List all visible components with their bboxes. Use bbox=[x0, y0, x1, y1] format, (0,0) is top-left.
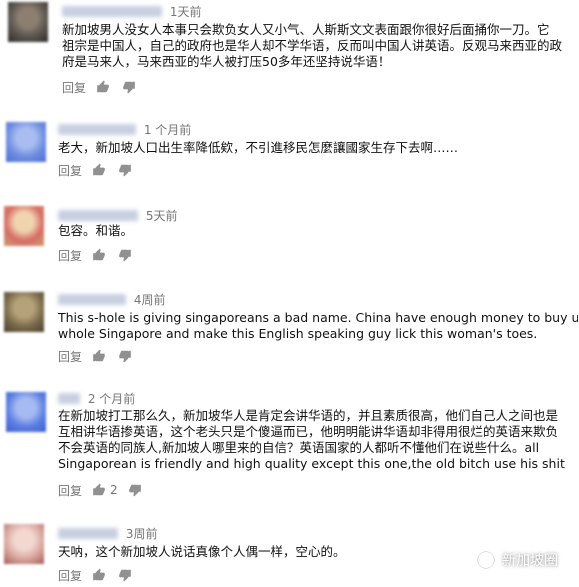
thumbs-up-icon[interactable] bbox=[92, 248, 106, 262]
avatar[interactable] bbox=[4, 524, 44, 564]
author-name[interactable] bbox=[58, 210, 138, 221]
avatar[interactable] bbox=[4, 292, 44, 332]
avatar[interactable] bbox=[4, 206, 44, 246]
watermark: 新加坡圈 bbox=[476, 548, 558, 572]
thumbs-down-icon[interactable] bbox=[118, 349, 132, 363]
comment-meta: 5天前 bbox=[58, 207, 177, 223]
comment-actions: 回复 bbox=[58, 347, 144, 365]
comment-actions: 回复 2 bbox=[58, 481, 154, 499]
comment-time[interactable]: 5天前 bbox=[146, 209, 178, 223]
comment-actions: 回复 bbox=[58, 161, 144, 179]
comment-line: 不会英语的同族人,新加坡人哪里来的自信？英语国家的人都听不懂他们在说些什么。al… bbox=[58, 440, 540, 455]
comment-meta: 1天前 bbox=[62, 3, 201, 19]
comment-text: 老大，新加坡人口出生率降低欸，不引進移民怎麼讓國家生存下去啊…… bbox=[58, 140, 578, 156]
author-name[interactable] bbox=[58, 528, 118, 539]
thumbs-up-icon[interactable] bbox=[92, 568, 106, 582]
comment-time[interactable]: 1天前 bbox=[170, 5, 202, 19]
comment-text: This s-hole is giving singaporeans a bad… bbox=[58, 310, 578, 342]
comment-time[interactable]: 4周前 bbox=[134, 293, 166, 307]
reply-button[interactable]: 回复 bbox=[62, 79, 86, 96]
author-name[interactable] bbox=[58, 393, 80, 404]
thumbs-up-icon[interactable] bbox=[92, 483, 106, 497]
comment-actions: 回复 bbox=[58, 566, 144, 584]
comment-line: 新加坡男人没女人本事只会欺负女人又小气、人斯斯文文表面跟你很好后面捅你一刀。它 bbox=[62, 22, 550, 37]
reply-button[interactable]: 回复 bbox=[58, 567, 82, 584]
comment-text: 新加坡男人没女人本事只会欺负女人又小气、人斯斯文文表面跟你很好后面捅你一刀。它 … bbox=[62, 22, 579, 70]
reply-button[interactable]: 回复 bbox=[58, 247, 82, 264]
comment-line: 府是马来人，马来西亚的华人被打压50多年还坚持说华语！ bbox=[62, 54, 391, 69]
comment-line: Singaporean is friendly and high quality… bbox=[58, 456, 565, 471]
comment-line: whole Singapore and make this English sp… bbox=[58, 326, 538, 341]
thumbs-up-icon[interactable] bbox=[96, 80, 110, 94]
author-name[interactable] bbox=[58, 294, 126, 305]
comment-time[interactable]: 2 个月前 bbox=[88, 392, 135, 406]
comment-line: 包容。和谐。 bbox=[58, 223, 134, 238]
author-name[interactable] bbox=[62, 6, 162, 17]
reply-button[interactable]: 回复 bbox=[58, 348, 82, 365]
thumbs-up-icon[interactable] bbox=[92, 349, 106, 363]
reply-button[interactable]: 回复 bbox=[58, 482, 82, 499]
comment-line: 在新加坡打工那么久，新加坡华人是肯定会讲华语的，并且素质很高，他们自己人之间也是 bbox=[58, 408, 559, 423]
comment-actions: 回复 bbox=[62, 78, 148, 96]
thumbs-down-icon[interactable] bbox=[118, 568, 132, 582]
comment-meta: 1 个月前 bbox=[58, 121, 191, 137]
comment-text: 在新加坡打工那么久，新加坡华人是肯定会讲华语的，并且素质很高，他们自己人之间也是… bbox=[58, 408, 578, 472]
comment-actions: 回复 bbox=[58, 246, 144, 264]
comment-line: This s-hole is giving singaporeans a bad… bbox=[58, 310, 578, 325]
comment-meta: 3周前 bbox=[58, 525, 157, 541]
comment-time[interactable]: 3周前 bbox=[126, 527, 158, 541]
avatar[interactable] bbox=[8, 2, 48, 42]
comment-line: 互相讲华语掺英语，这个老头只是个傻逼而已，他明明能讲华语却非得用很烂的英语来欺负 bbox=[58, 424, 559, 439]
author-name[interactable] bbox=[58, 124, 136, 135]
reply-button[interactable]: 回复 bbox=[58, 162, 82, 179]
thumbs-down-icon[interactable] bbox=[128, 483, 142, 497]
wechat-channel-icon bbox=[476, 550, 496, 570]
comment-time[interactable]: 1 个月前 bbox=[144, 123, 191, 137]
comment-line: 祖宗是中国人，自己的政府也是华人却不学华语，反而叫中国人讲英语。反观马来西亚的政 bbox=[62, 38, 563, 53]
thumbs-down-icon[interactable] bbox=[118, 163, 132, 177]
thumbs-down-icon[interactable] bbox=[118, 248, 132, 262]
like-count: 2 bbox=[110, 483, 118, 497]
thumbs-down-icon[interactable] bbox=[122, 80, 136, 94]
comment-line: 老大，新加坡人口出生率降低欸，不引進移民怎麼讓國家生存下去啊…… bbox=[58, 140, 459, 155]
watermark-text: 新加坡圈 bbox=[502, 553, 558, 569]
comment-meta: 4周前 bbox=[58, 291, 165, 307]
avatar[interactable] bbox=[6, 122, 46, 162]
avatar[interactable] bbox=[6, 392, 46, 432]
comment-text: 包容。和谐。 bbox=[58, 223, 578, 239]
thumbs-up-icon[interactable] bbox=[92, 163, 106, 177]
comment-meta: 2 个月前 bbox=[58, 390, 135, 406]
